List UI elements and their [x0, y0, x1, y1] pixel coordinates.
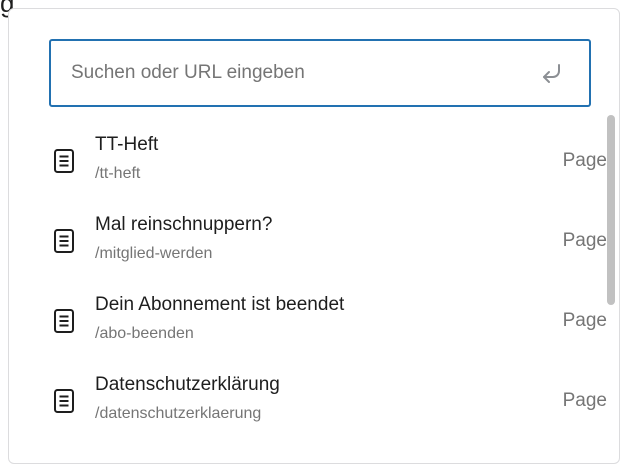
scrollbar-thumb[interactable] — [607, 115, 615, 305]
document-page-icon — [53, 148, 75, 174]
result-type-label: Page — [562, 150, 607, 171]
document-page-icon — [53, 228, 75, 254]
result-url: /tt-heft — [95, 165, 141, 182]
search-field-container[interactable] — [49, 39, 591, 107]
result-title: Dein Abonnement ist beendet — [95, 294, 345, 315]
result-url: /mitglied-werden — [95, 245, 213, 262]
search-result-item[interactable]: TT-Heft /tt-heft Page — [9, 123, 607, 203]
search-results-list: TT-Heft /tt-heft Page Mal reinschnuppern… — [9, 123, 607, 463]
document-page-icon — [53, 308, 75, 334]
result-url: /abo-beenden — [95, 325, 194, 342]
search-result-item[interactable]: Dein Abonnement ist beendet /abo-beenden… — [9, 283, 607, 363]
search-result-item[interactable]: Datenschutzerklärung /datenschutzerklaer… — [9, 363, 607, 443]
link-control-screen: g TT-Heft — [0, 0, 621, 466]
result-type-label: Page — [562, 310, 607, 331]
result-title: TT-Heft — [95, 134, 159, 155]
result-type-label: Page — [562, 230, 607, 251]
result-type-label: Page — [562, 390, 607, 411]
document-page-icon — [53, 388, 75, 414]
enter-return-icon[interactable] — [537, 57, 569, 89]
link-search-popover: TT-Heft /tt-heft Page Mal reinschnuppern… — [8, 8, 620, 464]
search-result-item[interactable]: Mal reinschnuppern? /mitglied-werden Pag… — [9, 203, 607, 283]
search-input[interactable] — [51, 41, 537, 105]
result-url: /datenschutzerklaerung — [95, 405, 262, 422]
result-title: Mal reinschnuppern? — [95, 214, 273, 235]
result-title: Datenschutzerklärung — [95, 374, 280, 395]
results-scrollbar[interactable] — [607, 115, 615, 460]
